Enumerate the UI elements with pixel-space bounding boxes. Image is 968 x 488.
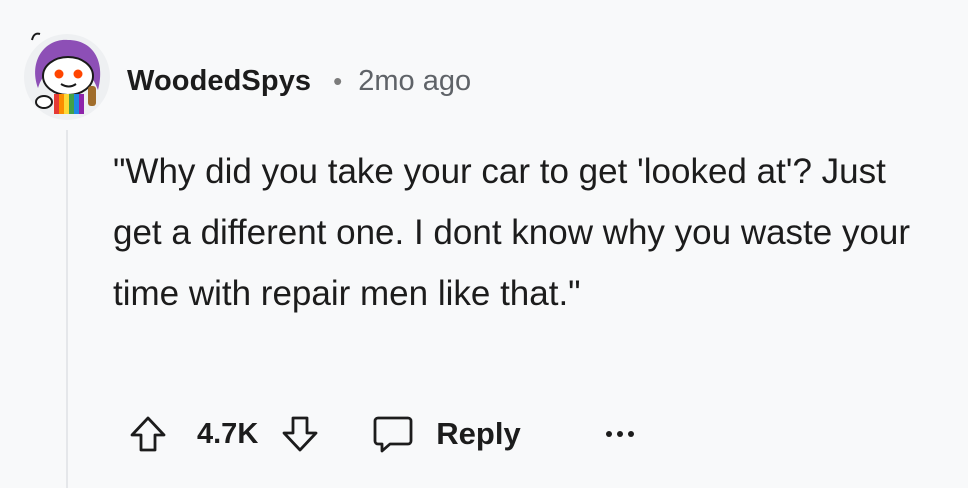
username-link[interactable]: WoodedSpys bbox=[127, 65, 311, 98]
downvote-button[interactable] bbox=[278, 412, 322, 456]
comment-timestamp[interactable]: 2mo ago bbox=[358, 65, 471, 98]
meta-separator: • bbox=[333, 65, 343, 96]
vote-score: 4.7K bbox=[197, 417, 259, 450]
upvote-button[interactable] bbox=[126, 412, 170, 456]
reply-label: Reply bbox=[436, 416, 521, 451]
comment-header: WoodedSpys • 2mo ago bbox=[127, 59, 471, 103]
reply-button[interactable]: Reply bbox=[372, 414, 521, 454]
arrow-up-icon bbox=[130, 416, 166, 452]
comment-text: "Why did you take your car to get 'looke… bbox=[113, 152, 911, 313]
comment-actions: 4.7K Reply bbox=[126, 410, 635, 458]
ellipsis-icon bbox=[605, 431, 634, 437]
comment-bubble-icon bbox=[373, 416, 413, 453]
snoo-avatar-icon bbox=[24, 32, 110, 120]
comment-body: "Why did you take your car to get 'looke… bbox=[113, 141, 933, 324]
arrow-down-icon bbox=[282, 416, 318, 452]
avatar[interactable] bbox=[22, 30, 112, 120]
thread-line bbox=[66, 130, 68, 488]
more-options-button[interactable] bbox=[605, 429, 635, 439]
